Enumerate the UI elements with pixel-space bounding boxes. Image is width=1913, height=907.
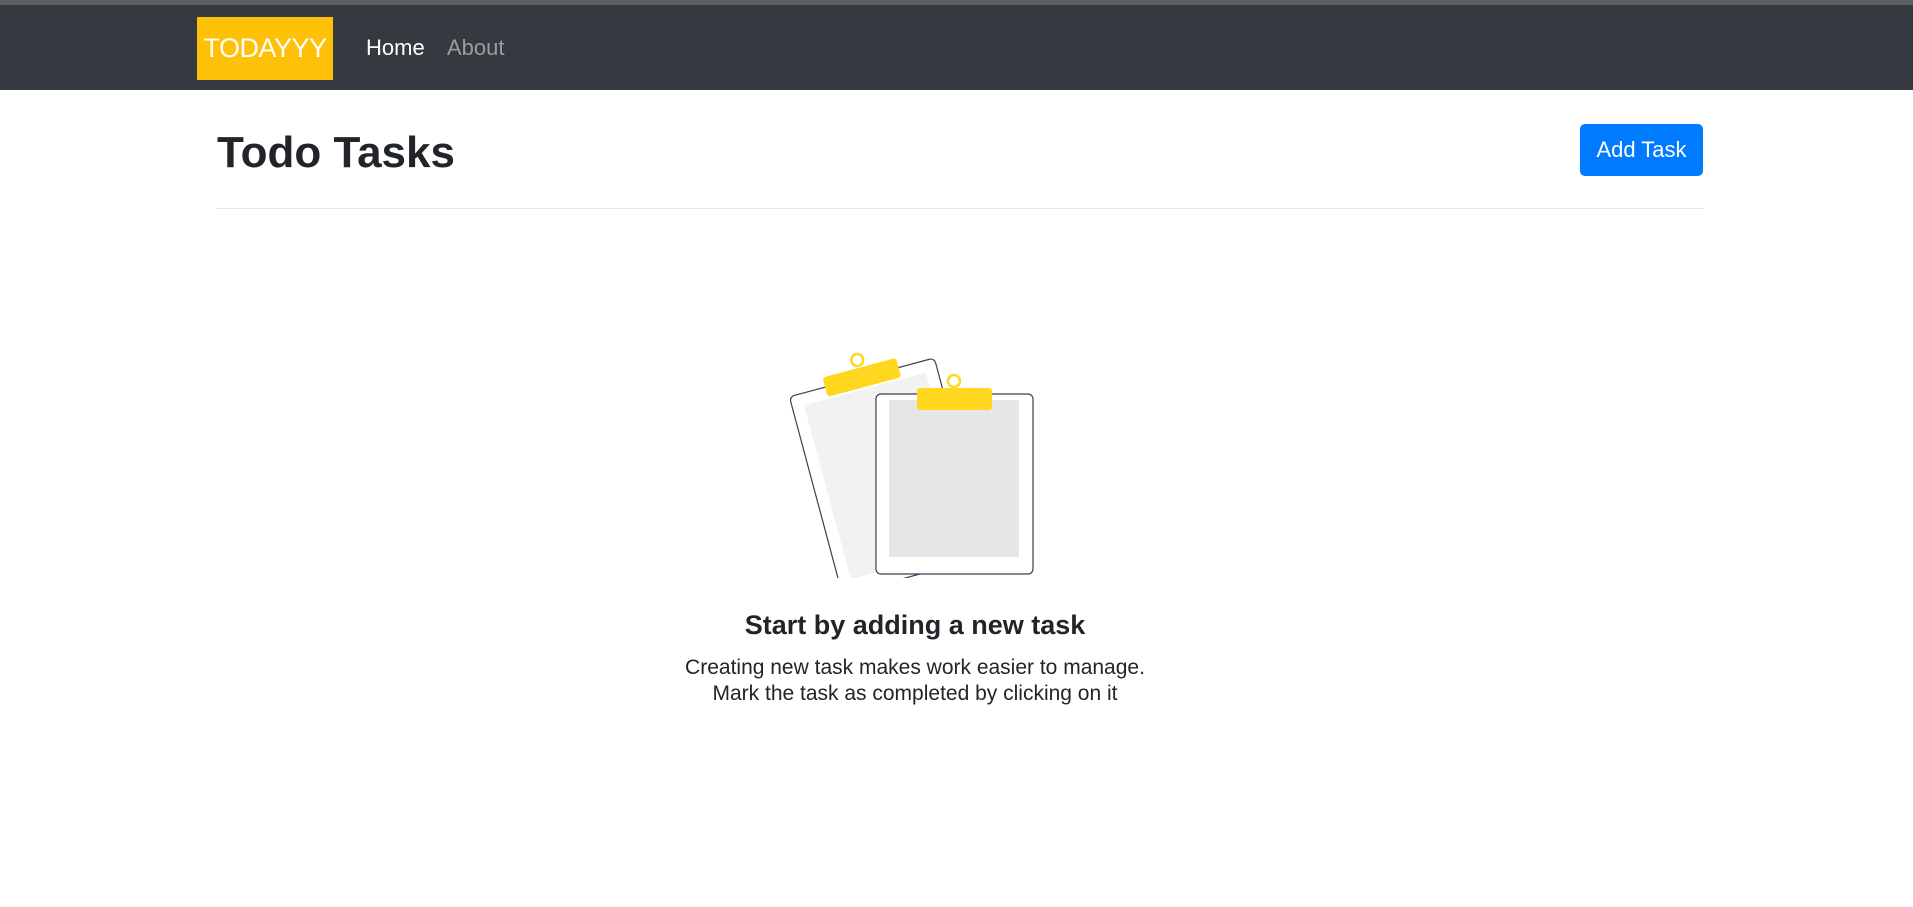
- empty-state-heading: Start by adding a new task: [744, 610, 1086, 640]
- nav-link-about[interactable]: About: [447, 35, 505, 61]
- brand-logo[interactable]: TODAYYY: [197, 17, 333, 80]
- nav-link-home[interactable]: Home: [366, 35, 425, 61]
- navbar: TODAYYY Home About: [0, 5, 1913, 90]
- header-divider: [217, 208, 1703, 209]
- clipboards-icon: [790, 352, 1034, 578]
- empty-state-hint: Mark the task as completed by clicking o…: [712, 682, 1118, 705]
- page-title: Todo Tasks: [217, 128, 455, 177]
- add-task-button[interactable]: Add Task: [1580, 124, 1703, 176]
- empty-state-description: Creating new task makes work easier to m…: [685, 656, 1145, 679]
